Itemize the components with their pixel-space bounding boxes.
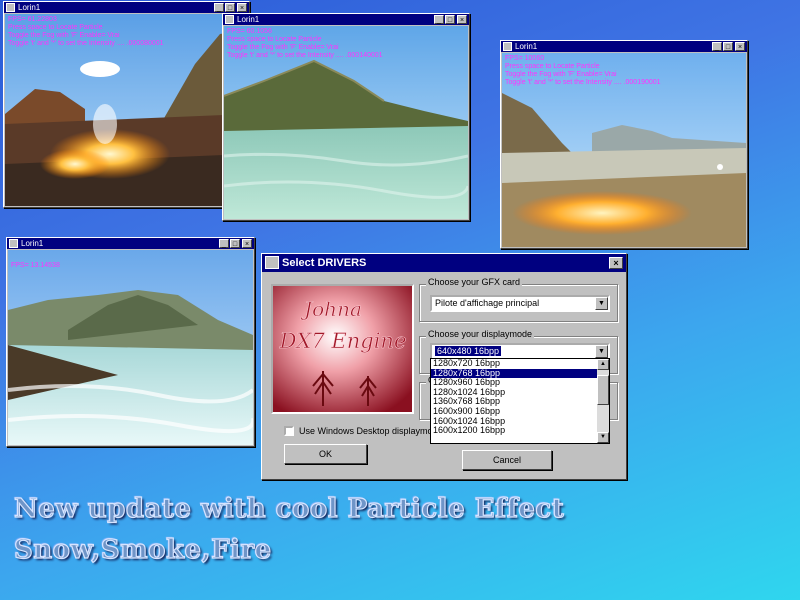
app-window-2: Lorin1 _ □ × FPS= 60.1056 Press space to… bbox=[222, 13, 470, 221]
maximize-button[interactable]: □ bbox=[445, 15, 455, 24]
window-3-title: Lorin1 bbox=[515, 42, 538, 51]
app-window-4: Lorin1 _ □ × FPS= 13.14538 bbox=[6, 237, 255, 447]
dialog-title: Select DRIVERS bbox=[282, 257, 367, 269]
minimize-button[interactable]: _ bbox=[434, 15, 444, 24]
fps-readout: FPS= 10060 bbox=[505, 55, 545, 62]
overlay-line: Toggle 't' and '*' to set the Intensity … bbox=[8, 40, 164, 47]
window-2-title: Lorin1 bbox=[237, 15, 260, 24]
minimize-button[interactable]: _ bbox=[214, 3, 224, 12]
option-list: 1280x720 16bpp 1280x768 16bpp 1280x960 16b… bbox=[431, 359, 609, 436]
select-drivers-dialog: Select DRIVERS × Johna DX7 Engine Choose… bbox=[261, 253, 627, 480]
dropdown-scrollbar[interactable]: ▲ ▼ bbox=[597, 359, 609, 443]
window-4-titlebar[interactable]: Lorin1 _ □ × bbox=[7, 238, 254, 249]
displaymode-option[interactable]: 1600x1200 16bpp bbox=[431, 426, 597, 436]
app-icon bbox=[503, 42, 512, 51]
dialog-titlebar[interactable]: Select DRIVERS × bbox=[262, 254, 626, 272]
overlay-line: Toggle 't' and '*' to set the Intensity … bbox=[505, 79, 661, 86]
debug-overlay-2: FPS= 60.1056 Press space to Locate Parti… bbox=[227, 28, 383, 60]
ok-button[interactable]: OK bbox=[284, 444, 367, 464]
dropdown-arrow-icon[interactable]: ▼ bbox=[595, 345, 608, 358]
banner-line-1: New update with cool Particle Effect bbox=[13, 493, 565, 524]
fps-readout: FPS= 60.1056 bbox=[227, 28, 272, 35]
overlay-line: Press space to Locate Particle bbox=[227, 36, 322, 43]
window-2-titlebar[interactable]: Lorin1 _ □ × bbox=[223, 14, 469, 25]
desktop-displaymode-checkbox[interactable] bbox=[284, 426, 294, 436]
app-icon bbox=[265, 256, 279, 269]
close-button[interactable]: × bbox=[735, 42, 745, 51]
maximize-button[interactable]: □ bbox=[230, 239, 240, 248]
engine-logo: Johna DX7 Engine bbox=[271, 284, 414, 414]
render-viewport-4[interactable]: FPS= 13.14538 bbox=[8, 250, 253, 445]
overlay-line: Toggle the Fog with 'F' Enable= Vrai bbox=[8, 32, 120, 39]
overlay-line: Toggle the Fog with 'F' Enable= Vrai bbox=[227, 44, 339, 51]
close-button[interactable]: × bbox=[242, 239, 252, 248]
scroll-down-icon[interactable]: ▼ bbox=[597, 432, 609, 443]
debug-overlay-1: FPS= 61.22803 Press space to Locate Part… bbox=[8, 16, 164, 48]
overlay-line: Toggle 't' and '*' to set the Intensity … bbox=[227, 52, 383, 59]
render-viewport-1[interactable]: FPS= 61.22803 Press space to Locate Part… bbox=[5, 14, 248, 206]
window-4-title: Lorin1 bbox=[21, 239, 44, 248]
app-icon bbox=[225, 15, 234, 24]
gfx-card-select[interactable]: Pilote d'affichage principal ▼ bbox=[430, 295, 610, 312]
displaymode-selected-value: 640x480 16bpp bbox=[435, 346, 502, 356]
minimize-button[interactable]: _ bbox=[712, 42, 722, 51]
maximize-button[interactable]: □ bbox=[225, 3, 235, 12]
render-viewport-2[interactable]: FPS= 60.1056 Press space to Locate Parti… bbox=[224, 26, 468, 219]
dropdown-arrow-icon[interactable]: ▼ bbox=[595, 297, 608, 310]
scroll-thumb[interactable] bbox=[597, 375, 609, 405]
cancel-button[interactable]: Cancel bbox=[462, 450, 552, 470]
fps-readout: FPS= 61.22803 bbox=[8, 16, 57, 23]
render-viewport-3[interactable]: FPS= 10060 Press space to Locate Particl… bbox=[502, 53, 746, 247]
logo-text-engine: DX7 Engine bbox=[279, 329, 407, 353]
app-window-1: Lorin1 _ □ × FPS= 61.22803 Press space t… bbox=[3, 1, 250, 208]
overlay-line: Press space to Locate Particle bbox=[8, 24, 103, 31]
app-icon bbox=[9, 239, 18, 248]
minimize-button[interactable]: _ bbox=[219, 239, 229, 248]
close-button[interactable]: × bbox=[609, 257, 623, 269]
close-button[interactable]: × bbox=[457, 15, 467, 24]
debug-overlay-3: FPS= 10060 Press space to Locate Particl… bbox=[505, 55, 661, 87]
close-button[interactable]: × bbox=[237, 3, 247, 12]
logo-text-johna: Johna bbox=[300, 297, 362, 321]
scroll-up-icon[interactable]: ▲ bbox=[597, 359, 609, 370]
banner-line-2: Snow,Smoke,Fire bbox=[13, 534, 272, 565]
overlay-line: Press space to Locate Particle bbox=[505, 63, 600, 70]
logo-image: Johna DX7 Engine bbox=[273, 286, 412, 412]
gfx-selected-value: Pilote d'affichage principal bbox=[435, 298, 540, 308]
displaymode-group-label: Choose your displaymode bbox=[426, 329, 535, 339]
app-window-3: Lorin1 _ □ × FPS= 10060 Press space to L… bbox=[500, 40, 748, 249]
debug-overlay-4: FPS= 13.14538 bbox=[11, 262, 60, 270]
terrain-scene bbox=[8, 250, 253, 445]
overlay-line: Toggle the Fog with 'F' Enable= Vrai bbox=[505, 71, 617, 78]
app-icon bbox=[6, 3, 15, 12]
maximize-button[interactable]: □ bbox=[723, 42, 733, 51]
gfx-group-label: Choose your GFX card bbox=[426, 277, 523, 287]
desktop-displaymode-label: Use Windows Desktop displaymode bbox=[299, 426, 443, 436]
displaymode-dropdown-list[interactable]: 1280x720 16bpp 1280x768 16bpp 1280x960 16b… bbox=[430, 358, 610, 444]
window-1-titlebar[interactable]: Lorin1 _ □ × bbox=[4, 2, 249, 13]
window-3-titlebar[interactable]: Lorin1 _ □ × bbox=[501, 41, 747, 52]
window-1-title: Lorin1 bbox=[18, 3, 41, 12]
fps-readout: FPS= 13.14538 bbox=[11, 262, 60, 269]
gfx-card-group: Choose your GFX card Pilote d'affichage … bbox=[419, 277, 618, 322]
